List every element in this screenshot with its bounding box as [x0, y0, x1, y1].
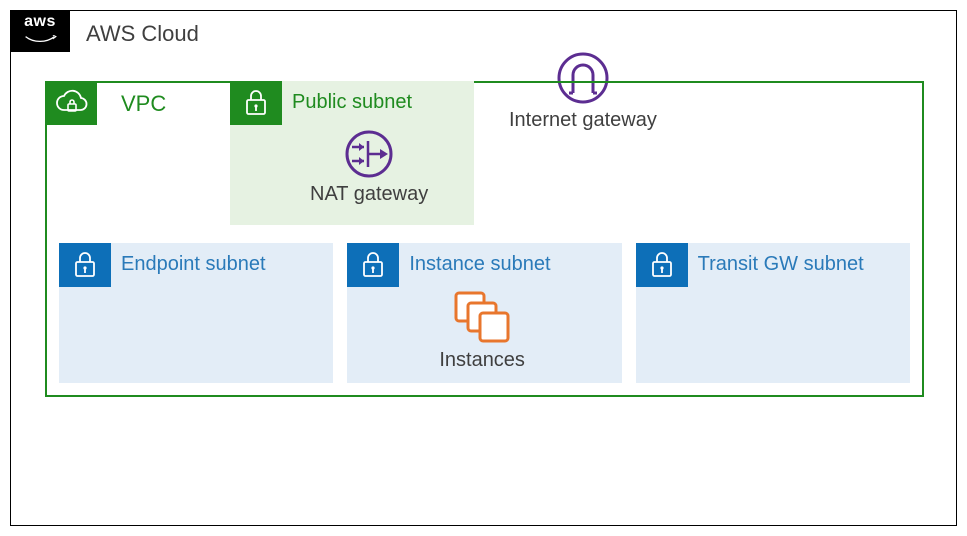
private-subnet-badge	[59, 243, 111, 287]
instances: Instances	[439, 289, 525, 372]
public-subnet: Public subnet NAT gateway	[230, 81, 474, 225]
private-subnet-badge	[347, 243, 399, 287]
lock-icon	[71, 250, 99, 280]
private-subnet-row: Endpoint subnet Instance subnet	[59, 243, 910, 383]
nat-gateway: NAT gateway	[310, 129, 428, 206]
nat-gateway-icon	[344, 129, 394, 179]
cloud-lock-icon	[53, 88, 89, 118]
aws-cloud-label: AWS Cloud	[86, 21, 199, 47]
vpc-badge	[45, 81, 97, 125]
lock-icon	[359, 250, 387, 280]
instance-subnet-label: Instance subnet	[409, 253, 550, 276]
endpoint-subnet-label: Endpoint subnet	[121, 253, 266, 276]
aws-logo-text: aws	[23, 14, 57, 30]
endpoint-subnet: Endpoint subnet	[59, 243, 333, 383]
nat-gateway-label: NAT gateway	[310, 183, 428, 206]
aws-smile-icon	[23, 35, 57, 43]
public-subnet-label: Public subnet	[292, 91, 412, 114]
transit-gw-subnet: Transit GW subnet	[636, 243, 910, 383]
vpc-container: VPC Public subnet	[45, 81, 924, 397]
lock-icon	[648, 250, 676, 280]
instance-subnet: Instance subnet Instances	[347, 243, 621, 383]
vpc-label: VPC	[121, 91, 166, 117]
aws-cloud-container: aws AWS Cloud Internet gateway VPC	[10, 10, 957, 526]
public-subnet-badge	[230, 81, 282, 125]
aws-logo-badge: aws	[10, 10, 70, 52]
transit-gw-subnet-label: Transit GW subnet	[698, 253, 864, 276]
instances-label: Instances	[439, 349, 525, 372]
private-subnet-badge	[636, 243, 688, 287]
instances-icon	[452, 289, 512, 345]
lock-icon	[242, 88, 270, 118]
